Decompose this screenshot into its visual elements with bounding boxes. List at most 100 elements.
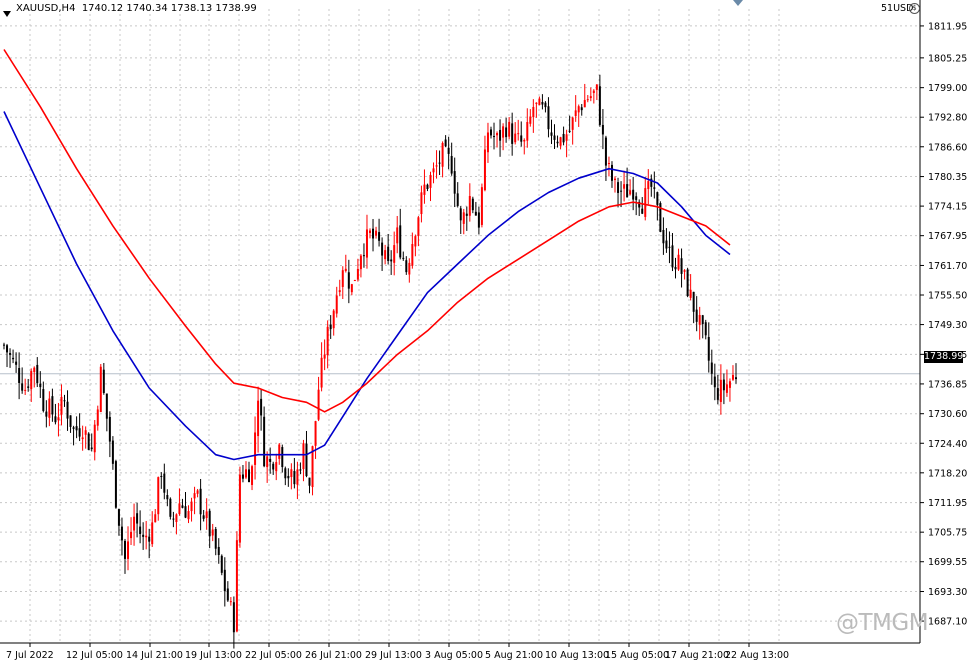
candle <box>532 99 535 133</box>
candle-body <box>347 272 350 289</box>
candle-body <box>241 474 244 479</box>
candle <box>459 206 462 234</box>
candle <box>178 488 181 516</box>
candle-body <box>350 284 353 293</box>
candle <box>562 126 565 146</box>
candle-body <box>84 430 87 435</box>
y-tick-label: 1711.95 <box>928 498 967 509</box>
candle <box>145 520 148 550</box>
candle-body <box>644 188 647 217</box>
candle-body <box>532 106 535 118</box>
candle-body <box>81 437 84 440</box>
candle-body <box>24 389 27 391</box>
candle-body <box>96 409 99 426</box>
candle <box>238 466 241 548</box>
y-tick-label: 1693.30 <box>928 587 967 598</box>
candle <box>199 478 202 531</box>
candle <box>24 378 27 395</box>
candle-body <box>335 295 338 314</box>
candle <box>232 596 235 649</box>
candle-body <box>166 495 169 500</box>
candle-body <box>305 443 308 477</box>
candle-body <box>172 518 175 520</box>
candle-body <box>620 190 623 192</box>
chart-shift-marker-icon[interactable] <box>733 0 743 6</box>
x-tick-label: 22 Aug 13:00 <box>725 650 789 661</box>
candle-body <box>689 289 692 298</box>
candle-body <box>722 379 725 391</box>
candle <box>6 343 9 368</box>
candle-body <box>220 555 223 573</box>
y-tick-label: 1724.40 <box>928 439 967 450</box>
price-chart[interactable]: 1811.95 1805.25 1799.00 1792.80 1786.60 1780.… <box>0 0 968 664</box>
candle-body <box>87 433 90 450</box>
candle-body <box>408 262 411 275</box>
candle <box>420 185 423 223</box>
candle <box>480 183 483 228</box>
candle-body <box>30 370 33 390</box>
candle-body <box>369 230 371 233</box>
candle <box>665 228 668 253</box>
candle-body <box>556 141 559 144</box>
candle-body <box>399 225 402 258</box>
candle-body <box>42 389 45 411</box>
candle <box>601 109 604 150</box>
candle <box>523 138 526 155</box>
candle-body <box>523 139 526 142</box>
candle <box>244 461 247 480</box>
candle <box>417 215 420 247</box>
candle-body <box>244 469 247 478</box>
candle-body <box>365 229 368 258</box>
candle <box>465 206 468 231</box>
y-tick-label: 1705.75 <box>928 528 967 539</box>
current-price-tag: 1738.99 <box>924 351 964 363</box>
candle <box>15 352 18 373</box>
candle-body <box>326 326 329 356</box>
candle <box>489 126 492 139</box>
candle <box>614 176 617 193</box>
candle <box>607 156 610 177</box>
candle <box>677 248 680 271</box>
candle <box>3 342 5 350</box>
candle <box>27 378 30 392</box>
candle <box>620 181 623 208</box>
candle-body <box>12 357 15 360</box>
candle <box>248 461 251 483</box>
candle-body <box>27 386 30 388</box>
candle <box>683 269 686 280</box>
candle-body <box>299 469 302 471</box>
candle <box>580 104 583 116</box>
candle-body <box>199 488 202 515</box>
candle <box>432 162 435 184</box>
candle <box>235 531 238 633</box>
collapse-triangle-icon[interactable] <box>3 4 11 17</box>
candle <box>226 581 229 602</box>
candle <box>284 466 287 486</box>
candle-body <box>284 468 287 479</box>
candle <box>21 367 24 394</box>
candle-body <box>139 526 142 534</box>
one-click-trading-icon[interactable]: $ <box>909 3 920 14</box>
candle-body <box>193 493 196 499</box>
candle <box>535 102 538 118</box>
candle-body <box>641 208 644 214</box>
symbol-label: XAUUSD,H4 <box>16 3 76 14</box>
x-tick-label: 17 Aug 21:00 <box>665 650 729 661</box>
candle <box>444 135 447 148</box>
candle-body <box>296 469 299 485</box>
candle <box>60 384 63 426</box>
candle-body <box>317 389 320 420</box>
candle-body <box>480 187 483 225</box>
candle-body <box>580 107 583 111</box>
candle-body <box>438 162 441 164</box>
candle-body <box>559 137 562 146</box>
candle-body <box>728 381 731 388</box>
candle <box>160 472 163 489</box>
candle-body <box>725 384 728 393</box>
candle <box>499 119 502 157</box>
candle <box>293 457 296 489</box>
candle-body <box>381 242 384 256</box>
candle-body <box>683 270 686 272</box>
candle <box>623 170 626 202</box>
candle <box>719 364 722 415</box>
